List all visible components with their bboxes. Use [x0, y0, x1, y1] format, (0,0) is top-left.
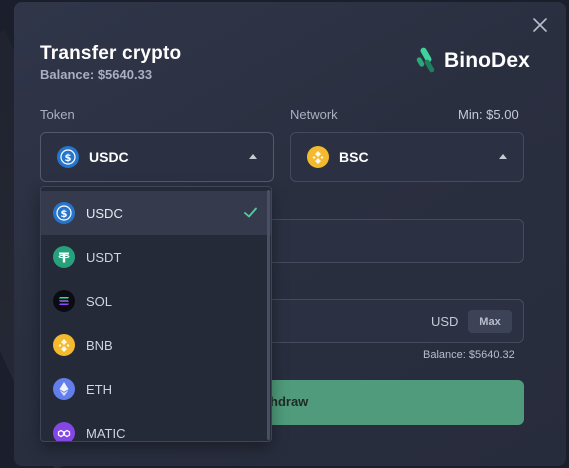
- token-option-eth[interactable]: ETH: [41, 367, 271, 411]
- network-label: Network: [290, 107, 338, 122]
- token-option-label: ETH: [86, 381, 112, 397]
- svg-text:$: $: [65, 153, 72, 164]
- usdt-coin-icon: [53, 246, 75, 268]
- network-selected-value: BSC: [339, 149, 369, 165]
- bsc-coin-icon: [307, 146, 329, 168]
- withdraw-button[interactable]: hdraw: [270, 380, 524, 425]
- available-balance: Balance: $5640.32: [423, 349, 515, 361]
- withdraw-label: hdraw: [270, 394, 309, 409]
- minimum-amount: Min: $5.00: [458, 107, 519, 122]
- token-select[interactable]: $ USDC: [40, 132, 274, 182]
- caret-up-icon: [499, 154, 507, 159]
- max-button[interactable]: Max: [468, 310, 512, 333]
- dropdown-scrollbar[interactable]: [267, 190, 270, 440]
- token-option-label: USDC: [86, 205, 123, 221]
- usdc-coin-icon: $: [57, 146, 79, 168]
- binodex-logo-icon: [416, 47, 435, 73]
- eth-coin-icon: [53, 378, 75, 400]
- token-option-label: BNB: [86, 337, 113, 353]
- token-selected-value: USDC: [89, 149, 129, 165]
- bnb-coin-icon: [53, 334, 75, 356]
- balance-label: Balance:: [40, 67, 95, 82]
- address-input[interactable]: [270, 219, 524, 263]
- token-option-label: USDT: [86, 249, 122, 265]
- close-icon: [533, 18, 547, 32]
- usdc-coin-icon: $: [53, 202, 75, 224]
- brand-logo: BinoDex: [414, 46, 530, 76]
- token-option-matic[interactable]: MATIC: [41, 411, 271, 441]
- token-option-label: MATIC: [86, 425, 126, 441]
- token-dropdown: $ USDC USDT SOL BNB ETH MATIC: [40, 186, 272, 442]
- check-icon: [244, 207, 257, 218]
- token-option-sol[interactable]: SOL: [41, 279, 271, 323]
- token-option-bnb[interactable]: BNB: [41, 323, 271, 367]
- token-option-usdt[interactable]: USDT: [41, 235, 271, 279]
- matic-coin-icon: [53, 422, 75, 441]
- brand-name: BinoDex: [444, 49, 530, 72]
- sol-coin-icon: [53, 290, 75, 312]
- caret-up-icon: [249, 154, 257, 159]
- token-label: Token: [40, 107, 75, 122]
- balance-summary: Balance: $5640.33: [40, 67, 152, 82]
- currency-label: USD: [431, 314, 459, 329]
- modal-title: Transfer crypto: [40, 43, 182, 64]
- token-option-usdc[interactable]: $ USDC: [41, 191, 271, 235]
- token-option-label: SOL: [86, 293, 113, 309]
- svg-text:$: $: [61, 209, 68, 220]
- close-button[interactable]: [531, 16, 549, 34]
- balance-value: $5640.33: [97, 67, 153, 82]
- network-select[interactable]: BSC: [290, 132, 524, 182]
